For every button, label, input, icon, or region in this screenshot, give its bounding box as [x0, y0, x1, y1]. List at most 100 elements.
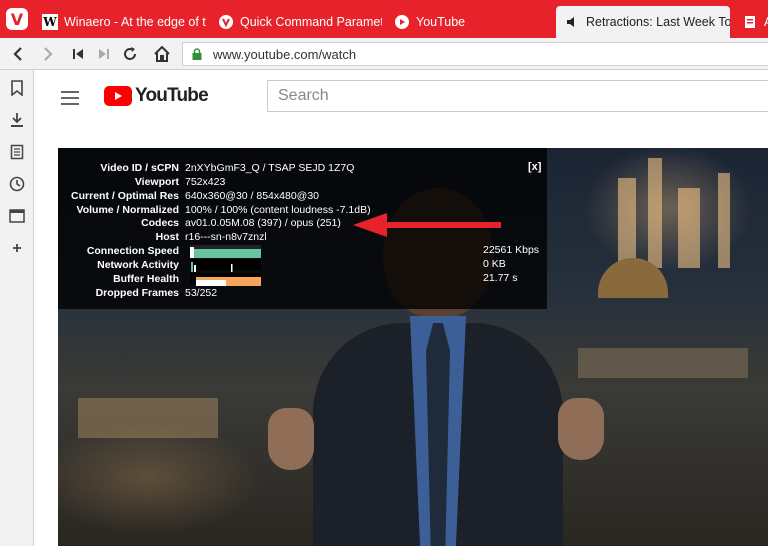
rewind-icon: [73, 49, 83, 59]
stat-label: Host: [155, 230, 179, 243]
stat-label: Network Activity: [97, 258, 179, 271]
hamburger-line: [61, 103, 79, 105]
youtube-header: YouTube: [35, 70, 768, 126]
stat-value: 752x423: [185, 175, 226, 188]
history-panel-button[interactable]: [7, 174, 27, 194]
youtube-logo[interactable]: YouTube: [104, 84, 209, 108]
notes-icon: [10, 144, 24, 160]
vivaldi-menu-button[interactable]: V: [0, 0, 34, 38]
reload-button[interactable]: [118, 42, 142, 66]
host-figure: [268, 188, 604, 546]
stat-row-codecs: Codecs av01.0.05M.08 (397) / opus (251): [58, 216, 341, 229]
fast-forward-button[interactable]: [92, 42, 116, 66]
stat-label: Dropped Frames: [95, 286, 179, 299]
hamburger-line: [61, 91, 79, 93]
stat-label: Video ID / sCPN: [100, 161, 179, 174]
stats-close-button[interactable]: [x]: [528, 161, 541, 173]
stat-row-host: Host r16---sn-n8v7znzl: [58, 230, 267, 243]
downloads-panel-button[interactable]: [7, 110, 27, 130]
forward-button[interactable]: [36, 42, 60, 66]
tab-label: Quick Command Parameter: [240, 15, 382, 29]
add-panel-button[interactable]: [7, 238, 27, 258]
network-activity-graph: [190, 259, 261, 272]
building-light: [618, 178, 636, 268]
building-light: [578, 348, 748, 378]
stat-row-viewport: Viewport 752x423: [58, 175, 225, 188]
url-field[interactable]: www.youtube.com/watch: [182, 42, 768, 66]
stat-value: 2nXYbGmF3_Q / TSAP SEJD 1Z7Q: [185, 161, 355, 174]
stat-value: r16---sn-n8v7znzl: [185, 230, 267, 243]
host-left-hand: [268, 408, 314, 470]
vivaldi-icon: [218, 14, 234, 30]
download-icon: [11, 113, 23, 127]
stat-row-connection-speed: Connection Speed: [58, 244, 184, 257]
bookmark-icon: [11, 80, 23, 96]
home-button[interactable]: [150, 42, 174, 66]
speaker-icon: [564, 14, 580, 30]
bookmarks-panel-button[interactable]: [7, 78, 27, 98]
stat-row-resolution: Current / Optimal Res 640x360@30 / 854x4…: [58, 189, 319, 202]
document-icon: [742, 14, 758, 30]
notes-panel-button[interactable]: [7, 142, 27, 162]
stat-label: Viewport: [134, 175, 179, 188]
network-activity-value: 0 KB: [483, 258, 506, 270]
building-light: [648, 158, 662, 268]
side-panel: [0, 70, 34, 546]
stat-value: 53/252: [185, 286, 218, 299]
tab-label: A: [764, 15, 768, 29]
rewind-button[interactable]: [66, 42, 90, 66]
video-player[interactable]: [x] Video ID / sCPN 2nXYbGmF3_Q / TSAP S…: [58, 148, 768, 546]
stat-row-dropped-frames: Dropped Frames 53/252: [58, 286, 218, 299]
plus-icon: [13, 244, 21, 252]
building-light: [678, 188, 700, 268]
building-light: [718, 173, 730, 268]
stat-label: Buffer Health: [113, 272, 179, 285]
reload-icon: [124, 47, 136, 60]
youtube-icon: [394, 14, 410, 30]
arrow-left-icon: [13, 47, 22, 61]
arrow-right-icon: [44, 47, 53, 61]
stat-row-buffer-health: Buffer Health: [58, 272, 184, 285]
url-text: www.youtube.com/watch: [213, 46, 357, 62]
tab-youtube[interactable]: YouTube: [386, 6, 552, 38]
clock-icon: [9, 176, 25, 192]
tab-document[interactable]: A: [734, 6, 768, 38]
stat-label: Codecs: [141, 216, 179, 229]
stat-value: 640x360@30 / 854x480@30: [185, 189, 320, 202]
vivaldi-logo-icon: V: [6, 8, 28, 30]
tab-retractions[interactable]: Retractions: Last Week Tonig: [556, 6, 730, 38]
search-input[interactable]: [278, 87, 768, 105]
guide-menu-button[interactable]: [61, 91, 79, 105]
annotation-arrow-icon: [353, 213, 501, 237]
fast-forward-icon: [99, 49, 109, 59]
stat-row-video-id: Video ID / sCPN 2nXYbGmF3_Q / TSAP SEJD …: [58, 161, 354, 174]
tab-label: Winaero - At the edge of tw: [64, 15, 206, 29]
connection-speed-value: 22561 Kbps: [483, 244, 540, 256]
youtube-play-icon: [104, 86, 132, 106]
buffer-health-value: 21.77 s: [483, 272, 518, 284]
winaero-icon: W: [42, 14, 58, 30]
tab-quick-command[interactable]: Quick Command Parameter: [210, 6, 382, 38]
stat-label: Connection Speed: [86, 244, 179, 257]
buffer-health-graph: [190, 273, 261, 286]
home-icon: [154, 45, 170, 62]
stat-value: 100% / 100% (content loudness -7.1dB): [185, 203, 371, 216]
stat-label: Volume / Normalized: [76, 203, 180, 216]
tab-label: YouTube: [416, 15, 466, 29]
search-box[interactable]: [267, 80, 768, 112]
address-bar: www.youtube.com/watch: [0, 38, 768, 70]
host-right-hand: [558, 398, 604, 460]
window-panel-button[interactable]: [7, 206, 27, 226]
back-button[interactable]: [6, 42, 30, 66]
youtube-wordmark: YouTube: [135, 85, 209, 106]
stat-row-network-activity: Network Activity: [58, 258, 184, 271]
lock-icon: [192, 48, 202, 60]
hamburger-line: [61, 97, 79, 99]
stat-row-volume: Volume / Normalized 100% / 100% (content…: [58, 203, 371, 216]
building-light: [78, 398, 218, 438]
tab-label: Retractions: Last Week Tonig: [586, 15, 730, 29]
window-icon: [9, 209, 25, 223]
tab-winaero[interactable]: W Winaero - At the edge of tw: [34, 6, 206, 38]
connection-speed-graph: [190, 245, 261, 258]
stat-label: Current / Optimal Res: [71, 189, 179, 202]
